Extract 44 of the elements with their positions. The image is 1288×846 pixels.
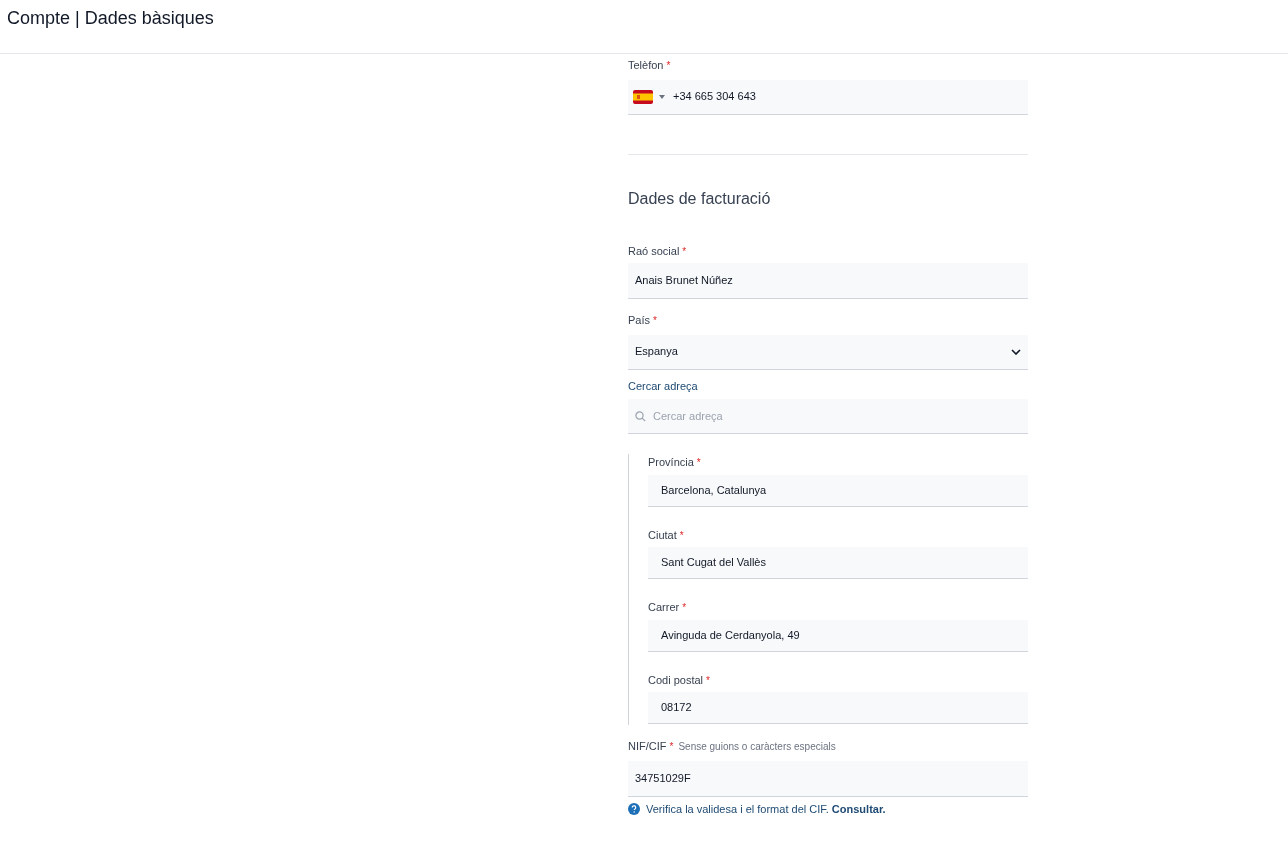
phone-field[interactable]: +34 665 304 643: [628, 79, 1028, 115]
required-mark: *: [666, 59, 671, 73]
caret-icon[interactable]: [659, 94, 665, 99]
search-icon: [635, 411, 646, 422]
help-icon: [628, 802, 640, 815]
field-value: Anais Brunet Núñez: [635, 273, 733, 289]
field-value: Sant Cugat del Vallès: [661, 555, 766, 571]
field-label: Codi postal: [648, 672, 704, 688]
required-mark: *: [706, 673, 710, 688]
search-field[interactable]: Cercar adreça: [628, 399, 1028, 434]
text-field[interactable]: Anais Brunet Núñez: [628, 263, 1028, 299]
required-mark: *: [679, 528, 684, 543]
text-field[interactable]: 34751029F: [628, 760, 1028, 797]
field-label: Raó social: [628, 243, 680, 259]
field-label: NIF/CIF: [628, 739, 667, 754]
required-mark: *: [653, 314, 657, 328]
help-text: Verifica la validesa i el format del CIF. Consultar.: [646, 801, 886, 817]
field-value: Barcelona, Catalunya: [661, 482, 767, 498]
field-value: Espanya: [635, 344, 678, 360]
field-label: País: [628, 313, 650, 328]
country-select[interactable]: Espanya: [628, 334, 1028, 370]
field-label: Telèfon: [628, 58, 664, 73]
required-mark: *: [669, 740, 674, 754]
text-field[interactable]: 08172: [648, 692, 1028, 724]
field-label: Província: [648, 455, 694, 470]
section-title: Dades de facturació: [628, 188, 772, 209]
field-label: Carrer: [648, 600, 680, 615]
text-field[interactable]: Barcelona, Catalunya: [648, 474, 1028, 507]
required-mark: *: [696, 456, 701, 470]
chevron-down-icon: [1011, 348, 1021, 355]
field-label: Cercar adreça: [628, 378, 698, 394]
field-hint: Sense guions o caràcters especials: [678, 740, 836, 754]
flag-icon[interactable]: [633, 89, 653, 104]
text-field[interactable]: Avinguda de Cerdanyola, 49: [648, 619, 1028, 652]
field-value: 34751029F: [635, 770, 691, 786]
field-label: Ciutat: [648, 527, 677, 543]
required-mark: *: [682, 601, 687, 615]
page-title: Compte | Dades bàsiques: [7, 7, 215, 30]
required-mark: *: [682, 244, 687, 259]
consult-link[interactable]: Consultar.: [831, 802, 886, 815]
field-value: +34 665 304 643: [673, 89, 756, 105]
field-value: Avinguda de Cerdanyola, 49: [661, 627, 800, 643]
text-field[interactable]: Sant Cugat del Vallès: [648, 547, 1028, 579]
field-value: 08172: [661, 700, 692, 716]
